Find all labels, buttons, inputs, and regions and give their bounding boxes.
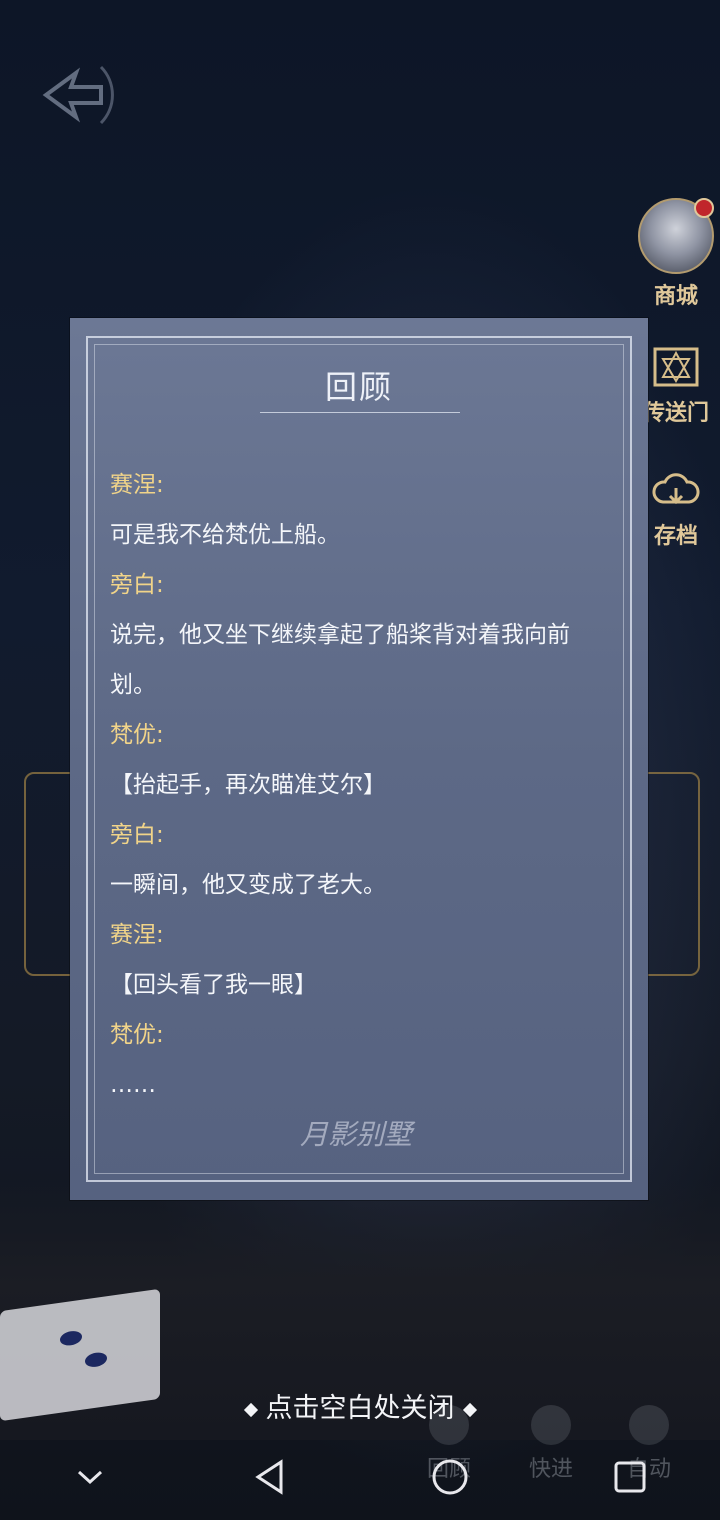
cloud-save-icon (652, 473, 700, 505)
avatar (638, 198, 714, 274)
review-panel: 回顾 赛涅: 可是我不给梵优上船。 旁白: 说完，他又坐下继续拿起了船桨背对着我向前划… (70, 318, 648, 1200)
diamond-icon (462, 1402, 477, 1417)
portal-button[interactable]: 传送门 (636, 345, 716, 427)
dialogue-text: 一瞬间，他又变成了老大。 (110, 872, 386, 898)
home-nav-button[interactable] (420, 1447, 480, 1507)
notification-dot (694, 198, 714, 218)
speaker-name: 旁白: (110, 572, 164, 598)
dialogue-text: 【抬起手，再次瞄准艾尔】 (110, 772, 386, 798)
speaker-name: 梵优: (110, 722, 164, 748)
title-divider (260, 412, 460, 413)
portal-icon (653, 347, 699, 387)
panel-title: 回顾 (324, 368, 393, 406)
system-navigation-bar (0, 1434, 720, 1520)
speaker-name: 梵优: (110, 1022, 164, 1048)
speaker-name: 旁白: (110, 822, 164, 848)
hide-keyboard-button[interactable] (60, 1447, 120, 1507)
shop-label: 商城 (653, 284, 698, 309)
close-hint-text: 点击空白处关闭 (265, 1393, 455, 1424)
save-label: 存档 (653, 524, 698, 549)
dialogue-text: …… (110, 1072, 156, 1098)
speaker-name: 赛涅: (110, 922, 164, 948)
back-arrow-icon (42, 65, 114, 125)
circle-home-icon (432, 1459, 468, 1495)
close-hint[interactable]: 点击空白处关闭 (0, 1386, 720, 1425)
speaker-name: 赛涅: (110, 472, 164, 498)
shop-button[interactable]: 商城 (636, 198, 716, 310)
portal-label: 传送门 (642, 401, 709, 426)
back-button[interactable] (26, 50, 136, 140)
dialogue-text: 【回头看了我一眼】 (110, 972, 317, 998)
recents-nav-button[interactable] (600, 1447, 660, 1507)
dialogue-log[interactable]: 赛涅: 可是我不给梵优上船。 旁白: 说完，他又坐下继续拿起了船桨背对着我向前 划。梵优… (110, 460, 610, 1100)
back-nav-button[interactable] (240, 1447, 300, 1507)
triangle-back-icon (255, 1459, 283, 1495)
dialogue-text: 划。 (110, 672, 156, 698)
diamond-icon (243, 1402, 258, 1417)
save-button[interactable]: 存档 (636, 468, 716, 550)
game-logo: 月影别墅 (300, 1118, 413, 1151)
dialogue-text: 说完，他又坐下继续拿起了船桨背对着我向前 (110, 622, 570, 648)
dialogue-text: 可是我不给梵优上船。 (110, 522, 340, 548)
chevron-down-icon (77, 1470, 103, 1485)
square-recents-icon (614, 1461, 646, 1493)
